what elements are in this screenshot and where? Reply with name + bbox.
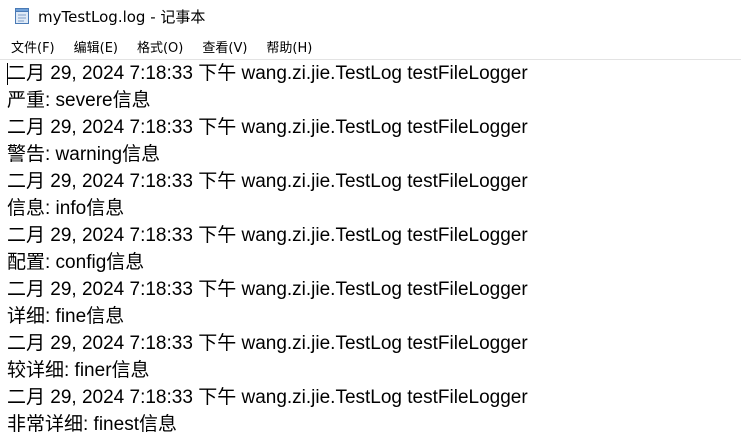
text-line: 二月 29, 2024 7:18:33 下午 wang.zi.jie.TestL… (7, 279, 528, 300)
text-line: 严重: severe信息 (7, 90, 151, 111)
menu-edit[interactable]: 编辑(E) (74, 35, 118, 58)
editor-lines: 二月 29, 2024 7:18:33 下午 wang.zi.jie.TestL… (7, 60, 528, 437)
notepad-window: myTestLog.log - 记事本 文件(F) 编辑(E) 格式(O) 查看… (0, 0, 741, 437)
text-caret (7, 63, 8, 85)
text-line: 二月 29, 2024 7:18:33 下午 wang.zi.jie.TestL… (7, 387, 528, 408)
window-title: myTestLog.log - 记事本 (38, 7, 206, 26)
text-line: 二月 29, 2024 7:18:33 下午 wang.zi.jie.TestL… (7, 171, 528, 192)
menu-help[interactable]: 帮助(H) (266, 35, 312, 58)
text-line: 非常详细: finest信息 (7, 414, 177, 435)
text-editor[interactable]: 二月 29, 2024 7:18:33 下午 wang.zi.jie.TestL… (0, 60, 741, 437)
text-line: 二月 29, 2024 7:18:33 下午 wang.zi.jie.TestL… (7, 117, 528, 138)
menu-bar: 文件(F) 编辑(E) 格式(O) 查看(V) 帮助(H) (0, 34, 741, 58)
text-line: 二月 29, 2024 7:18:33 下午 wang.zi.jie.TestL… (7, 63, 528, 84)
menu-file[interactable]: 文件(F) (11, 35, 55, 58)
text-line: 配置: config信息 (7, 252, 145, 273)
text-line: 警告: warning信息 (7, 144, 161, 165)
menu-view[interactable]: 查看(V) (202, 35, 247, 58)
text-line: 信息: info信息 (7, 198, 125, 219)
text-line: 详细: fine信息 (7, 306, 125, 327)
text-line: 较详细: finer信息 (7, 360, 150, 381)
text-line: 二月 29, 2024 7:18:33 下午 wang.zi.jie.TestL… (7, 333, 528, 354)
menu-format[interactable]: 格式(O) (137, 35, 183, 58)
notepad-icon (15, 8, 29, 24)
text-line: 二月 29, 2024 7:18:33 下午 wang.zi.jie.TestL… (7, 225, 528, 246)
title-bar[interactable]: myTestLog.log - 记事本 (0, 0, 741, 32)
